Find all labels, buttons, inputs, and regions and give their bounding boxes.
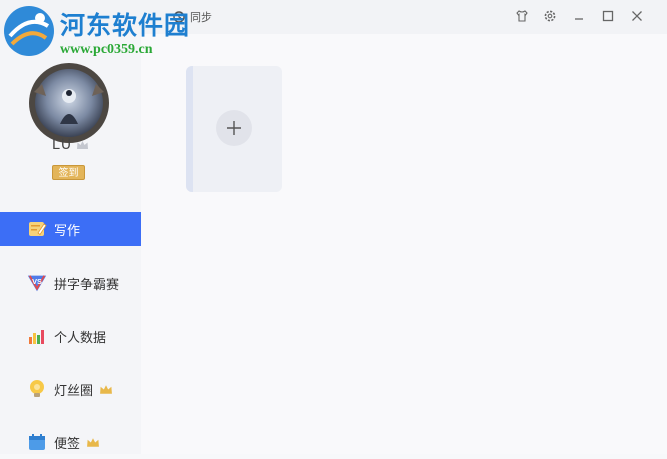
close-icon[interactable]: [628, 7, 646, 25]
shirt-icon[interactable]: [513, 7, 531, 25]
vs-icon: VS: [26, 272, 48, 294]
svg-text:VS: VS: [32, 277, 42, 286]
write-icon: [26, 218, 48, 240]
sync-label: 同步: [190, 11, 212, 24]
watermark-logo: [2, 4, 56, 58]
watermark-site-name: 河东软件园: [60, 11, 191, 40]
minimize-icon[interactable]: [570, 7, 588, 25]
watermark-url: www.pc0359.cn: [60, 42, 153, 57]
settings-icon[interactable]: [541, 7, 559, 25]
sidebar-item-filament-circle[interactable]: 灯丝圈: [0, 372, 141, 406]
note-icon: [26, 431, 48, 453]
sidebar-item-label: 写作: [54, 223, 81, 239]
checkin-button[interactable]: 签到: [52, 165, 85, 180]
sidebar-item-label: 拼字争霸赛: [54, 277, 120, 293]
crown-icon: [76, 140, 89, 150]
sidebar-item-label: 个人数据: [54, 330, 107, 346]
new-book-card[interactable]: [186, 66, 282, 192]
bar-chart-icon: [26, 325, 48, 347]
sidebar-item-word-battle[interactable]: VS 拼字争霸赛: [0, 266, 141, 300]
username: LU: [51, 137, 74, 153]
sidebar-item-personal-data[interactable]: 个人数据: [0, 319, 141, 353]
plus-icon: [227, 121, 241, 135]
sidebar-item-label: 灯丝圈: [54, 383, 94, 399]
avatar[interactable]: [28, 62, 110, 144]
crown-icon: [86, 437, 100, 448]
book-spine: [186, 66, 193, 192]
username-row: LU: [0, 137, 141, 153]
add-book-button[interactable]: [216, 110, 252, 146]
sidebar: LU 签到 写作 VS 拼字争霸赛 个人数据 灯丝圈 便签: [0, 34, 141, 454]
lightbulb-icon: [26, 378, 48, 400]
crown-icon: [99, 384, 113, 395]
sidebar-item-label: 便签: [54, 436, 81, 452]
sidebar-item-write[interactable]: 写作: [0, 212, 141, 246]
maximize-icon[interactable]: [599, 7, 617, 25]
